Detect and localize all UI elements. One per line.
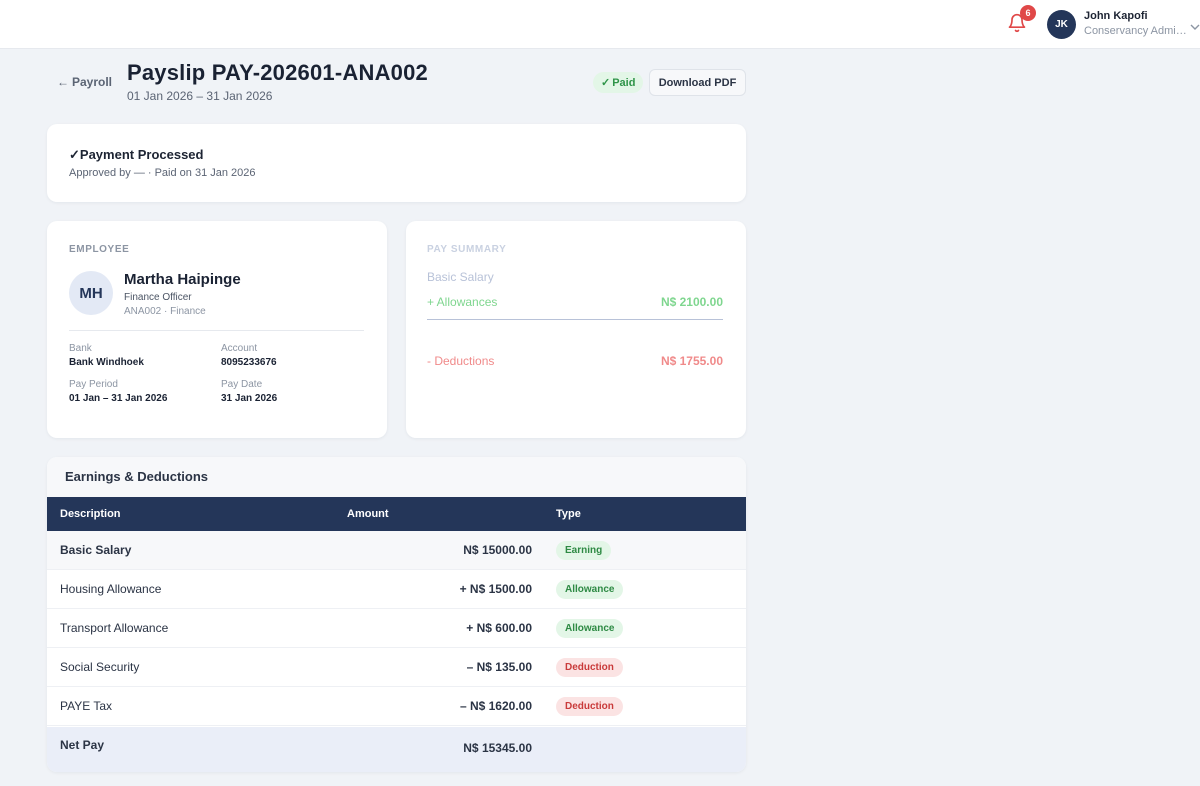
employee-role: Finance Officer <box>124 292 192 303</box>
row-description: Social Security <box>60 660 140 674</box>
table-title: Earnings & Deductions <box>65 469 209 484</box>
notifications-count-badge: 6 <box>1020 5 1036 21</box>
pay-summary-card: PAY SUMMARY Basic Salary + Allowances N$… <box>406 221 746 438</box>
row-amount: – N$ 1620.00 <box>459 699 532 713</box>
deductions-value: N$ 1755.00 <box>660 354 723 368</box>
payment-status-card: ✓Payment Processed Approved by — · Paid … <box>47 124 746 202</box>
row-description: Housing Allowance <box>60 582 162 596</box>
column-header-amount[interactable]: Amount <box>347 508 389 520</box>
pay-summary-section-label: PAY SUMMARY <box>427 244 507 255</box>
row-description: Basic Salary <box>60 543 132 557</box>
payment-status-subtitle: Approved by — · Paid on 31 Jan 2026 <box>69 167 256 179</box>
account-label: Account <box>221 343 258 354</box>
row-description: PAYE Tax <box>60 699 113 713</box>
status-badge-label: Paid <box>612 76 636 89</box>
basic-salary-label: Basic Salary <box>427 270 494 284</box>
allowances-label: + Allowances <box>427 295 498 309</box>
row-amount: – N$ 135.00 <box>466 660 532 674</box>
back-link-label: Payroll <box>72 75 113 89</box>
download-pdf-button[interactable]: Download PDF <box>649 69 746 96</box>
type-badge: Allowance <box>556 619 624 638</box>
pay-period-label: Pay Period <box>69 379 118 390</box>
row-description: Transport Allowance <box>60 621 169 635</box>
net-pay-label: Net Pay <box>60 738 105 752</box>
row-amount: + N$ 600.00 <box>466 621 532 635</box>
table-row: Transport Allowance + N$ 600.00 Allowanc… <box>47 609 746 648</box>
user-role: Conservancy Administrator <box>1084 25 1188 37</box>
type-badge: Deduction <box>556 697 623 716</box>
bank-value: Bank Windhoek <box>69 357 144 368</box>
check-icon: ✓ <box>601 77 611 89</box>
page-period: 01 Jan 2026 – 31 Jan 2026 <box>127 89 273 103</box>
row-amount: N$ 15000.00 <box>463 543 532 557</box>
employee-avatar: MH <box>69 271 113 315</box>
table-row: Housing Allowance + N$ 1500.00 Allowance <box>47 570 746 609</box>
row-amount: + N$ 1500.00 <box>459 582 532 596</box>
column-header-description[interactable]: Description <box>60 508 121 520</box>
table-header-row: Description Amount Type <box>47 497 746 531</box>
column-header-type[interactable]: Type <box>556 508 581 520</box>
chevron-down-icon[interactable] <box>1190 23 1200 31</box>
account-value: 8095233676 <box>221 357 277 368</box>
employee-name: Martha Haipinge <box>124 271 241 288</box>
divider <box>427 319 723 320</box>
net-pay-value: N$ 15345.00 <box>463 741 532 755</box>
payment-status-title: ✓Payment Processed <box>69 147 203 163</box>
allowances-value: N$ 2100.00 <box>660 295 723 309</box>
net-pay-row: Net Pay N$ 15345.00 <box>47 727 746 772</box>
pay-date-value: 31 Jan 2026 <box>221 393 278 404</box>
arrow-left-icon: ← <box>57 75 69 89</box>
user-name[interactable]: John Kapofi <box>1084 10 1148 22</box>
earnings-deductions-card: Earnings & Deductions Description Amount… <box>47 457 746 772</box>
employee-section-label: EMPLOYEE <box>69 244 130 255</box>
back-to-payroll-link[interactable]: ← Payroll <box>57 75 112 89</box>
check-icon: ✓ <box>69 147 80 162</box>
employee-card: EMPLOYEE MH Martha Haipinge Finance Offi… <box>47 221 387 438</box>
deductions-label: - Deductions <box>427 354 495 368</box>
pay-period-value: 01 Jan – 31 Jan 2026 <box>69 393 168 404</box>
divider <box>69 330 364 331</box>
type-badge: Earning <box>556 541 612 560</box>
table-row: Basic Salary N$ 15000.00 Earning <box>47 531 746 570</box>
user-avatar[interactable]: JK <box>1047 10 1076 39</box>
type-badge: Allowance <box>556 580 624 599</box>
table-row: Social Security – N$ 135.00 Deduction <box>47 648 746 687</box>
status-badge: ✓ Paid <box>593 72 644 93</box>
employee-id-department: ANA002 · Finance <box>124 306 206 317</box>
type-badge: Deduction <box>556 658 623 677</box>
page-title: Payslip PAY-202601-ANA002 <box>127 60 428 85</box>
pay-date-label: Pay Date <box>221 379 263 390</box>
payment-status-label: Payment Processed <box>79 147 204 162</box>
bank-label: Bank <box>69 343 92 354</box>
table-row: PAYE Tax – N$ 1620.00 Deduction <box>47 687 746 726</box>
